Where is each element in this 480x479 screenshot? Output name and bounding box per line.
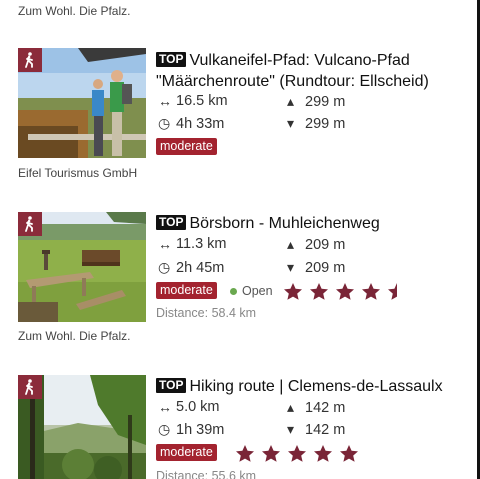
tour-thumbnail[interactable]	[18, 375, 146, 479]
clock-icon: ◷	[158, 421, 171, 437]
rating-stars	[234, 444, 364, 462]
tour-distance: ↔ 16.5 km	[158, 93, 228, 109]
star-full-icon	[362, 283, 380, 300]
triangle-up-icon: ▴	[287, 236, 295, 252]
triangle-down-icon: ▾	[287, 421, 295, 437]
tour-duration: ◷ 1h 39m	[158, 421, 225, 438]
difficulty-badge: moderate	[156, 282, 217, 299]
tour-duration: ◷ 4h 33m	[158, 115, 225, 132]
tour-title-text: Börsborn - Muhleichenweg	[189, 215, 380, 232]
tour-card[interactable]: TOP Hiking route | Clemens-de-Lassaulx ↔ 5…	[0, 365, 477, 479]
distance-from-user: Distance: 55.6 km	[156, 469, 257, 479]
star-full-icon	[236, 445, 254, 462]
star-full-icon	[314, 445, 332, 462]
top-badge: TOP	[156, 378, 187, 393]
image-credit: Eifel Tourismus GmbH	[18, 166, 138, 180]
tour-ascent: ▴ 299 m	[287, 93, 346, 110]
tour-title-text: Vulkaneifel-Pfad: Vulcano-Pfad "Määrchen…	[156, 52, 429, 90]
tour-descent: ▾ 299 m	[287, 115, 346, 132]
tour-descent: ▾ 142 m	[287, 421, 346, 438]
top-badge: TOP	[156, 52, 187, 67]
distance-from-user: Distance: 58.4 km	[156, 306, 257, 320]
open-status-dot	[230, 287, 237, 295]
star-half-icon	[388, 283, 397, 300]
star-full-icon	[284, 283, 302, 300]
star-full-icon	[262, 445, 280, 462]
star-full-icon	[288, 445, 306, 462]
tour-card[interactable]: TOP Börsborn - Muhleichenweg ↔ 11.3 km ▴ 20…	[0, 200, 477, 350]
tour-title[interactable]: TOP Vulkaneifel-Pfad: Vulcano-Pfad "Määrc…	[156, 50, 471, 92]
tour-descent: ▾ 209 m	[287, 259, 346, 276]
hiking-type-badge	[18, 212, 42, 236]
tour-title-text: Hiking route | Clemens-de-Lassaulx	[189, 378, 443, 395]
top-badge: TOP	[156, 215, 187, 230]
clock-icon: ◷	[158, 115, 171, 131]
difficulty-badge: moderate	[156, 444, 217, 461]
tour-title[interactable]: TOP Hiking route | Clemens-de-Lassaulx	[156, 376, 471, 397]
tour-distance: ↔ 11.3 km	[158, 236, 227, 252]
triangle-down-icon: ▾	[287, 115, 295, 131]
hiking-icon	[25, 216, 33, 232]
triangle-down-icon: ▾	[287, 259, 295, 275]
tour-ascent: ▴ 209 m	[287, 236, 346, 253]
tour-distance: ↔ 5.0 km	[158, 399, 220, 415]
rating-stars	[282, 282, 412, 300]
tour-duration: ◷ 2h 45m	[158, 259, 225, 276]
tour-ascent: ▴ 142 m	[287, 399, 346, 416]
arrows-horizontal-icon: ↔	[158, 236, 172, 252]
hiking-type-badge	[18, 48, 42, 72]
hiking-icon	[25, 52, 33, 68]
star-full-icon	[340, 445, 358, 462]
image-credit: Zum Wohl. Die Pfalz.	[18, 329, 131, 343]
star-full-icon	[310, 283, 328, 300]
clock-icon: ◷	[158, 259, 171, 275]
open-status: Open	[230, 284, 273, 298]
hiking-type-badge	[18, 375, 42, 399]
arrows-horizontal-icon: ↔	[158, 93, 172, 109]
hiking-icon	[25, 379, 33, 395]
difficulty-badge: moderate	[156, 138, 217, 155]
triangle-up-icon: ▴	[287, 399, 295, 415]
tour-thumbnail[interactable]	[18, 212, 146, 322]
arrows-horizontal-icon: ↔	[158, 399, 172, 415]
star-full-icon	[336, 283, 354, 300]
tour-title[interactable]: TOP Börsborn - Muhleichenweg	[156, 213, 471, 234]
triangle-up-icon: ▴	[287, 93, 295, 109]
tour-card[interactable]: TOP Vulkaneifel-Pfad: Vulcano-Pfad "Määrc…	[0, 0, 477, 185]
tour-thumbnail[interactable]	[18, 48, 146, 158]
